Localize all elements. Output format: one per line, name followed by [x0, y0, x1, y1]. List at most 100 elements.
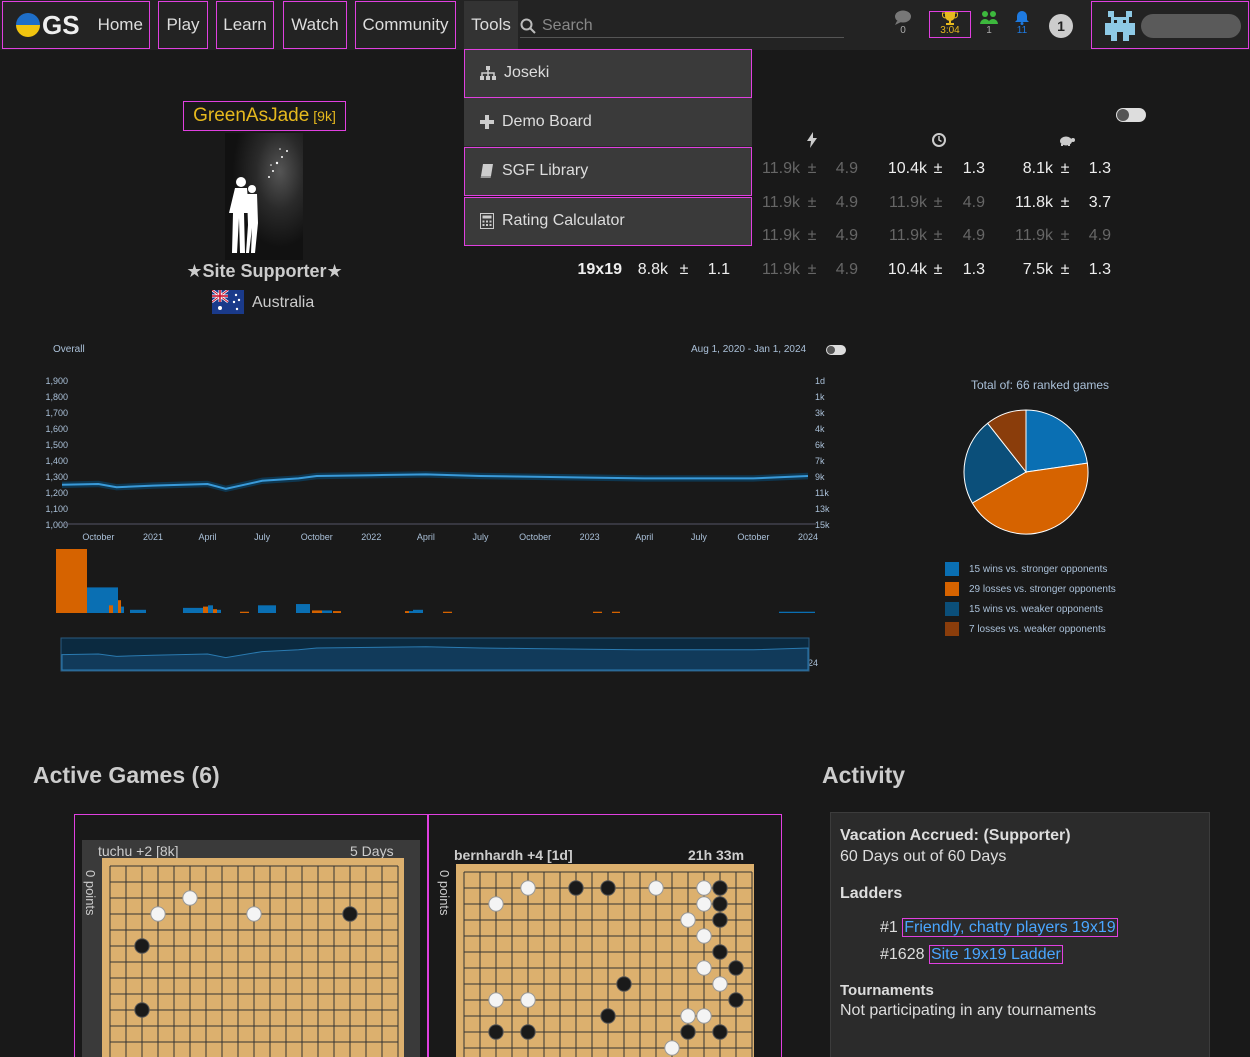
legend-item: 15 wins vs. weaker opponents — [945, 602, 1103, 616]
white-stone — [150, 906, 166, 922]
rating-cell-corr: 11.9k — [1015, 227, 1053, 244]
ladder-rank: #1 — [880, 919, 898, 936]
y-tick-label-rank: 1k — [815, 392, 825, 402]
y-tick-label: 1,100 — [45, 504, 68, 514]
rating-cell-overall: 1.1 — [707, 261, 730, 278]
chart-range-toggle[interactable] — [826, 345, 846, 355]
ladder-link[interactable]: Site 19x19 Ladder — [928, 945, 1063, 964]
ladder-rank: #1628 — [880, 946, 925, 963]
y-tick-label: 1,400 — [45, 456, 68, 466]
rating-cell-live: 1.3 — [962, 160, 985, 177]
book-icon — [480, 164, 493, 178]
white-stone — [648, 880, 664, 896]
nav-play[interactable]: Play — [158, 1, 208, 49]
rating-cell-overall: 8.8k — [637, 261, 668, 278]
black-stone — [342, 906, 358, 922]
nav-watch[interactable]: Watch — [283, 1, 347, 49]
search-input[interactable] — [542, 16, 832, 35]
rating-cell-corr: 4.9 — [1088, 227, 1111, 244]
legend-item: 29 losses vs. stronger opponents — [945, 582, 1116, 596]
white-stone — [488, 992, 504, 1008]
game-card[interactable]: bernhardh +4 [1d] 21h 33m 0 points — [428, 814, 782, 1057]
legend-swatch — [945, 562, 959, 576]
volume-bar-loss — [240, 611, 249, 613]
x-tick-label: 2024 — [798, 532, 818, 542]
x-tick-label: July — [254, 532, 271, 542]
chart-date-range: Aug 1, 2020 - Jan 1, 2024 — [691, 344, 807, 355]
notifications-button[interactable]: 11 — [1012, 10, 1032, 36]
rating-cell-live: 10.4k — [887, 160, 927, 177]
friends-icon — [980, 11, 998, 24]
go-board[interactable] — [456, 864, 754, 1057]
sitemap-icon — [480, 66, 496, 80]
turn-badge[interactable]: 1 — [1049, 14, 1073, 38]
white-stone — [696, 1008, 712, 1024]
white-stone — [488, 896, 504, 912]
game-time: 5 Days — [350, 843, 394, 859]
rating-cell-blitz: 4.9 — [835, 194, 858, 211]
user-menu[interactable] — [1091, 1, 1249, 49]
friends-button[interactable]: 1 — [979, 10, 999, 36]
nav-home[interactable]: Home — [98, 15, 143, 35]
menu-item-joseki[interactable]: Joseki — [464, 49, 752, 98]
tournaments-text: Not participating in any tournaments — [840, 1002, 1097, 1019]
ladder-item: #1 Friendly, chatty players 19x19 — [880, 918, 1200, 937]
rating-history-chart: 1,900 1,800 1,700 1,600 1,500 1,400 1,300 1,200… — [45, 376, 830, 672]
rating-cell-live: 1.3 — [962, 261, 985, 278]
rating-cell-corr: 3.7 — [1088, 194, 1111, 211]
black-stone — [134, 938, 150, 954]
y-tick-label: 1,800 — [45, 392, 68, 402]
activity-title: Activity — [822, 762, 906, 788]
chat-button[interactable]: 0 — [893, 10, 913, 36]
black-stone — [712, 944, 728, 960]
game-card[interactable]: tuchu +2 [8k] 5 Days 0 points — [74, 814, 428, 1057]
y-tick-label-rank: 11k — [815, 488, 829, 498]
menu-item-demo-board[interactable]: Demo Board — [464, 98, 752, 147]
y-tick-label: 1,700 — [45, 408, 68, 418]
black-stone — [600, 1008, 616, 1024]
y-tick-label: 1,000 — [45, 520, 68, 530]
menu-item-sgf-library[interactable]: SGF Library — [464, 147, 752, 196]
black-stone — [712, 880, 728, 896]
volume-bar-loss — [612, 611, 620, 613]
volume-bar-win — [121, 606, 124, 613]
nav-community[interactable]: Community — [355, 1, 456, 49]
ladder-link[interactable]: Friendly, chatty players 19x19 — [902, 918, 1118, 937]
nav-tools[interactable]: Tools — [464, 1, 518, 49]
rating-cell-live: 4.9 — [962, 194, 985, 211]
tournament-time: 3:04 — [940, 25, 960, 36]
menu-item-label: SGF Library — [502, 162, 589, 179]
y-tick-label-rank: 1d — [815, 376, 825, 386]
ladders-title: Ladders — [840, 885, 903, 902]
black-stone — [134, 1002, 150, 1018]
blitz-icon — [807, 132, 817, 148]
rating-cell-corr: 7.5k — [1022, 261, 1053, 278]
plus-icon — [480, 115, 494, 129]
ratings-toggle[interactable] — [1116, 108, 1146, 122]
rating-cell-live: 10.4k — [887, 261, 927, 278]
go-board[interactable] — [102, 858, 404, 1057]
game-opponent: bernhardh +4 [1d] — [454, 847, 573, 863]
black-stone — [520, 1024, 536, 1040]
tournament-button[interactable]: 3:04 — [929, 11, 971, 38]
rating-cell-corr: 11.8k — [1015, 194, 1053, 211]
y-tick-label: 1,300 — [45, 472, 68, 482]
rating-cell-blitz: 4.9 — [835, 261, 858, 278]
x-tick-label: October — [301, 532, 333, 542]
volume-bar-win — [130, 609, 146, 613]
legend-label: 7 losses vs. weaker opponents — [969, 623, 1106, 635]
search-box[interactable] — [520, 14, 844, 38]
volume-bar-win — [217, 609, 221, 613]
menu-item-rating-calculator[interactable]: Rating Calculator — [464, 197, 752, 246]
black-stone — [712, 1024, 728, 1040]
nav-learn[interactable]: Learn — [216, 1, 274, 49]
legend-swatch — [945, 622, 959, 636]
black-stone — [712, 896, 728, 912]
logo-home-link[interactable]: GS Home — [2, 1, 150, 49]
y-tick-label-rank: 7k — [815, 456, 825, 466]
rating-cell-blitz: 4.9 — [835, 160, 858, 177]
navbar: GS Home Play Learn Watch Community Tools… — [0, 0, 1250, 50]
y-tick-label-rank: 9k — [815, 472, 825, 482]
chart-title: Overall — [53, 344, 85, 355]
black-stone — [728, 960, 744, 976]
